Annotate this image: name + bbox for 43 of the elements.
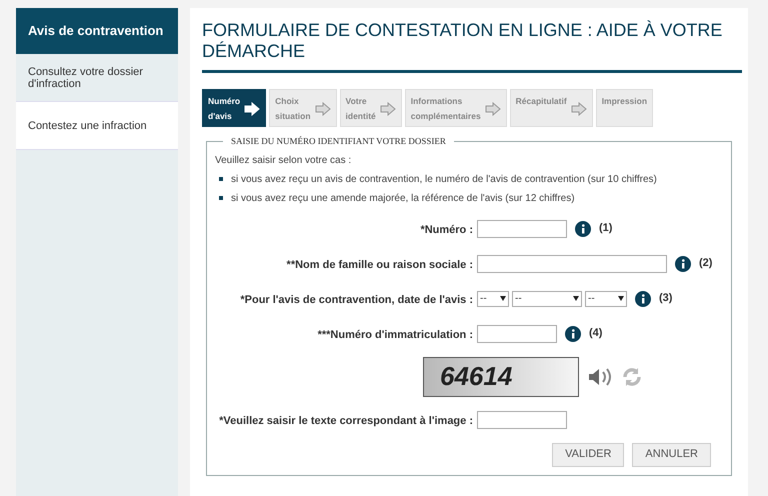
dropdown[interactable]: -- (585, 290, 627, 306)
note-label: (2) (699, 256, 712, 272)
input-field[interactable] (477, 220, 567, 238)
info-icon[interactable] (635, 290, 651, 306)
step-tab[interactable]: Numéro d'avis (202, 89, 266, 127)
intro-text: Veuillez saisir selon votre cas : (215, 154, 352, 168)
arrow-icon (570, 102, 587, 116)
caret-icon (500, 296, 506, 301)
form-button[interactable]: ANNULER (632, 442, 711, 466)
page-title: FORMULAIRE DE CONTESTATION EN LIGNE : AIDE À VOTRE DÉMARCHE (202, 20, 742, 73)
input-field[interactable] (477, 410, 567, 428)
field-label: *Numéro : (420, 224, 473, 236)
field-label: *Pour l'avis de contravention, date de l'avis : (240, 294, 473, 306)
caret-icon (573, 296, 579, 301)
dropdown[interactable]: -- (512, 290, 582, 306)
field-label: **Nom de famille ou raison sociale : (286, 258, 473, 270)
dropdown[interactable]: -- (477, 290, 509, 306)
input-field[interactable] (477, 254, 667, 272)
note-label: (4) (589, 326, 602, 342)
note-label: (1) (599, 221, 612, 236)
sidebar-header: Avis de contravention (16, 8, 178, 54)
speaker-icon[interactable] (587, 366, 613, 388)
bullet-icon (219, 196, 223, 200)
sidebar-item[interactable]: Contestez une infraction (16, 102, 178, 150)
form-button[interactable]: VALIDER (552, 442, 624, 466)
field-label: *Veuillez saisir le texte correspondant à l'image : (219, 414, 473, 426)
instruction-text: si vous avez reçu un avis de contravention, le numéro de l'avis de contravention (sur 10 chiffres) (231, 172, 657, 186)
note-label: (3) (659, 291, 672, 306)
arrow-icon (380, 102, 396, 116)
info-icon[interactable] (675, 256, 691, 272)
info-icon[interactable] (575, 220, 591, 236)
arrow-icon (314, 102, 331, 116)
info-icon[interactable] (565, 326, 581, 342)
sidebar-item[interactable]: Consultez votre dossier d'infraction (16, 54, 178, 102)
input-field[interactable] (477, 324, 557, 342)
arrow-icon (484, 102, 501, 116)
caret-icon (618, 296, 624, 301)
arrow-icon (244, 102, 260, 116)
section-legend: SAISIE DU NUMÉRO IDENTIFIANT VOTRE DOSSIER (223, 135, 454, 148)
field-label: ***Numéro d'immatriculation : (318, 328, 473, 340)
bullet-icon (219, 177, 223, 181)
captcha-image: 64614 (423, 356, 579, 396)
instruction-text: si vous avez reçu une amende majorée, la référence de l'avis (sur 12 chiffres) (231, 192, 575, 206)
